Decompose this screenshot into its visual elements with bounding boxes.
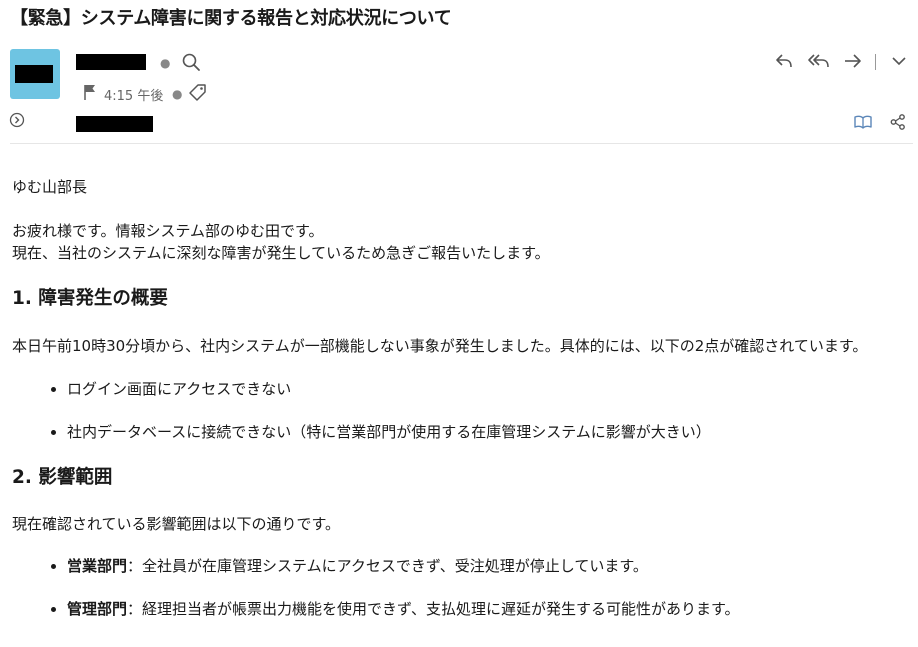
email-time: 4:15 午後 [104, 89, 164, 104]
chevron-right-circle-icon[interactable] [9, 112, 25, 128]
department-impact: ：全社員が在庫管理システムにアクセスできず、受注処理が停止しています。 [127, 557, 648, 575]
toolbar-divider [875, 54, 876, 70]
department-impact: ：経理担当者が帳票出力機能を使用できず、支払処理に遅延が発生する可能性があります… [127, 600, 740, 618]
header-divider [10, 143, 913, 144]
email-subject: 【緊急】システム障害に関する報告と対応状況について [10, 8, 452, 29]
section-2-heading: 2. 影響範囲 [12, 467, 113, 488]
separator-dot: ● [160, 56, 171, 70]
intro-line-1: お疲れ様です。情報システム部のゆむ田です。 [12, 222, 324, 240]
sender-name-redacted[interactable] [76, 54, 146, 70]
email-body: ゆむ山部長 お疲れ様です。情報システム部のゆむ田です。 現在、当社のシステムに深… [12, 176, 912, 620]
section-1-list: ログイン画面にアクセスできない 社内データベースに接続できない（特に営業部門が使… [12, 378, 912, 443]
forward-icon[interactable] [843, 52, 863, 70]
list-item: ログイン画面にアクセスできない [67, 378, 912, 400]
avatar[interactable] [10, 49, 60, 99]
list-item: 社内データベースに接続できない（特に営業部門が使用する在庫管理システムに影響が大… [67, 421, 912, 443]
recipient-redacted[interactable] [76, 116, 153, 132]
greeting: ゆむ山部長 [12, 178, 88, 196]
chevron-down-icon[interactable] [891, 55, 907, 67]
department-name: 営業部門 [67, 557, 128, 575]
section-2-text: 現在確認されている影響範囲は以下の通りです。 [12, 515, 341, 533]
flag-icon[interactable] [82, 83, 98, 101]
search-icon[interactable] [181, 52, 201, 72]
list-item: 営業部門：全社員が在庫管理システムにアクセスできず、受注処理が停止しています。 [67, 555, 912, 577]
reply-all-icon[interactable] [807, 52, 831, 70]
reply-icon[interactable] [774, 52, 794, 70]
share-icon[interactable] [889, 113, 907, 131]
department-name: 管理部門 [67, 600, 128, 618]
section-1-heading: 1. 障害発生の概要 [12, 288, 168, 309]
section-2-list: 営業部門：全社員が在庫管理システムにアクセスできず、受注処理が停止しています。 … [12, 555, 912, 620]
separator-dot: ● [172, 87, 183, 101]
list-item: 管理部門：経理担当者が帳票出力機能を使用できず、支払処理に遅延が発生する可能性が… [67, 598, 912, 620]
tag-icon[interactable] [187, 82, 209, 102]
avatar-redaction [15, 65, 53, 83]
section-1-text: 本日午前10時30分頃から、社内システムが一部機能しない事象が発生しました。具体… [12, 337, 868, 355]
book-icon[interactable] [853, 114, 873, 130]
intro-line-2: 現在、当社のシステムに深刻な障害が発生しているため急ぎご報告いたします。 [12, 244, 550, 262]
